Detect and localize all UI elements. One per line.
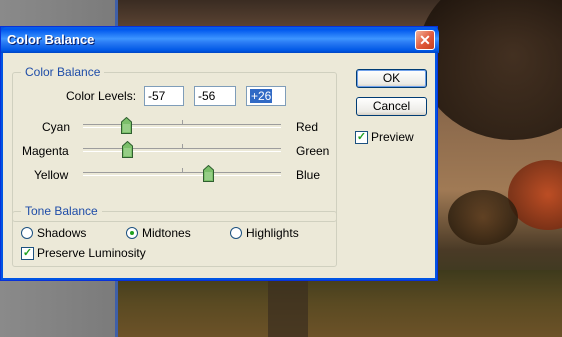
slider-thumb[interactable] — [121, 117, 132, 134]
shadows-radio[interactable] — [21, 227, 33, 239]
slider-track[interactable] — [83, 124, 281, 128]
preserve-luminosity-option[interactable]: ✓ Preserve Luminosity — [21, 246, 181, 262]
preserve-luminosity-label: Preserve Luminosity — [37, 246, 146, 260]
shadows-option[interactable]: Shadows — [21, 226, 101, 242]
preview-label: Preview — [371, 130, 414, 144]
tone-balance-group-title: Tone Balance — [21, 204, 102, 218]
midtones-radio[interactable] — [126, 227, 138, 239]
preview-option[interactable]: ✓ Preview — [355, 130, 435, 146]
color-level-magenta-green-input[interactable]: -56 — [194, 86, 236, 106]
magenta-green-slider[interactable] — [83, 141, 281, 160]
color-balance-group-title: Color Balance — [21, 65, 105, 79]
tone-balance-group: Tone Balance Shadows Midtones Highlights… — [12, 204, 337, 267]
slider-center-tick — [182, 168, 183, 172]
slider-thumb[interactable] — [203, 165, 214, 182]
color-balance-group: Color Balance Color Levels: -57 -56 +26 … — [12, 65, 337, 222]
midtones-option[interactable]: Midtones — [126, 226, 206, 242]
midtones-label: Midtones — [142, 226, 191, 240]
close-icon: ✕ — [419, 32, 431, 48]
shadows-label: Shadows — [37, 226, 87, 240]
highlights-label: Highlights — [246, 226, 299, 240]
color-level-yellow-blue-input[interactable]: +26 — [246, 86, 286, 106]
slider-center-tick — [182, 144, 183, 148]
title-bar[interactable]: Color Balance ✕ — [1, 27, 439, 53]
color-balance-dialog: Color Balance ✕ Color Balance Color Leve… — [0, 26, 439, 281]
color-level-cyan-red-input[interactable]: -57 — [144, 86, 184, 106]
cancel-button[interactable]: Cancel — [356, 97, 427, 116]
magenta-label: Magenta — [22, 144, 69, 158]
highlights-radio[interactable] — [230, 227, 242, 239]
slider-track[interactable] — [83, 172, 281, 176]
blue-label: Blue — [296, 168, 321, 182]
ok-button[interactable]: OK — [356, 69, 427, 88]
window-title: Color Balance — [7, 32, 95, 47]
red-label: Red — [296, 120, 319, 134]
slider-center-tick — [182, 120, 183, 124]
close-button[interactable]: ✕ — [415, 30, 435, 50]
yellow-blue-slider[interactable] — [83, 165, 281, 184]
preserve-luminosity-checkbox[interactable]: ✓ — [21, 247, 34, 260]
preview-checkbox[interactable]: ✓ — [355, 131, 368, 144]
color-levels-label: Color Levels: — [66, 89, 137, 103]
slider-thumb[interactable] — [122, 141, 133, 158]
yellow-label: Yellow — [34, 168, 69, 182]
cyan-label: Cyan — [42, 120, 71, 134]
slider-track[interactable] — [83, 148, 281, 152]
highlights-option[interactable]: Highlights — [230, 226, 320, 242]
green-label: Green — [296, 144, 330, 158]
cyan-red-slider[interactable] — [83, 117, 281, 136]
